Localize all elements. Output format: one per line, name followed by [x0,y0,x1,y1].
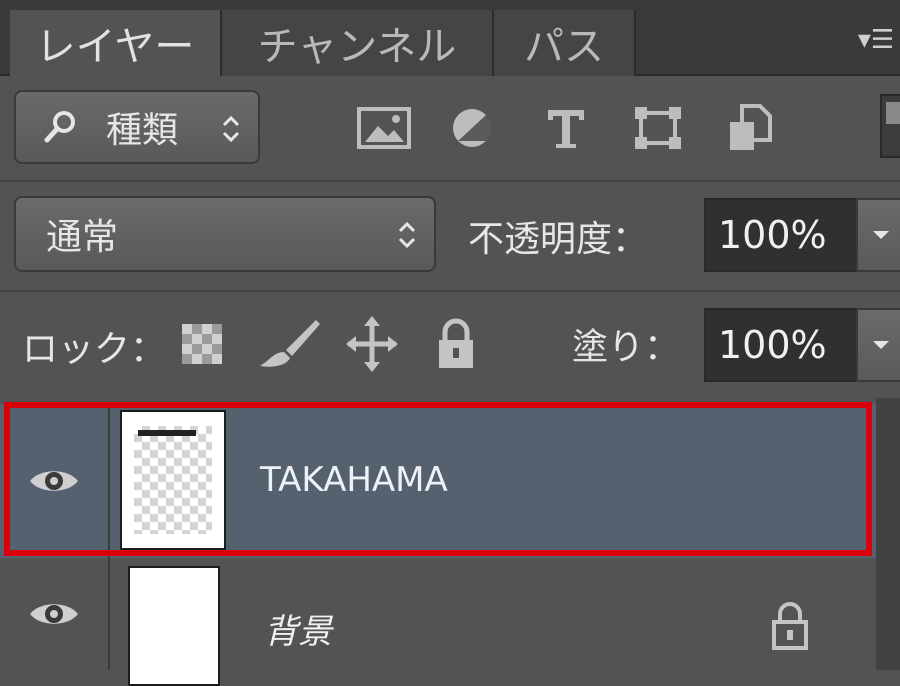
filter-toggle-knob [886,102,900,124]
lock-image-icon[interactable] [256,316,322,372]
opacity-input[interactable]: 100% [704,198,858,272]
divider [0,290,900,292]
chevron-updown-icon [222,115,240,143]
divider [0,180,900,182]
type-filter-icon[interactable] [538,104,594,152]
fill-dropdown-button[interactable] [856,308,900,382]
fill-input[interactable]: 100% [704,308,858,382]
tab-label: レイヤー [35,24,195,70]
layer-list-scrollbar[interactable] [876,398,900,670]
filter-type-label: 種類 [106,110,179,151]
filter-type-select[interactable]: 種類 [14,90,260,164]
opacity-dropdown-button[interactable] [856,198,900,272]
tab-paths[interactable]: パス [494,10,636,76]
lock-position-icon[interactable] [346,316,398,372]
fill-label: 塗り： [572,327,681,368]
search-icon [44,111,75,143]
lock-transparent-icon[interactable] [180,316,224,372]
tab-label: パス [524,24,604,70]
adjustment-filter-icon[interactable] [444,104,500,152]
lock-all-icon[interactable] [436,316,476,372]
chevron-updown-icon [398,221,416,249]
layer-lock-icon [772,602,808,650]
eye-icon [30,604,78,624]
shape-filter-icon[interactable] [630,104,686,152]
layer-thumbnail [128,566,220,686]
chevron-down-icon [873,341,889,349]
visibility-toggle[interactable] [0,558,110,670]
filter-toggle[interactable] [880,94,900,158]
smart-object-filter-icon[interactable] [722,104,778,152]
blend-mode-select[interactable]: 通常 [14,196,436,272]
panel-menu-icon[interactable]: ▾☰ [852,22,900,58]
opacity-label: 不透明度： [468,219,649,260]
highlight-frame [4,402,872,556]
tab-channels[interactable]: チャンネル [222,10,494,76]
layer-name[interactable]: 背景 [264,604,332,653]
image-filter-icon[interactable] [356,104,412,152]
blend-mode-value: 通常 [46,217,119,258]
lock-label: ロック： [22,329,167,370]
tab-layers[interactable]: レイヤー [10,10,222,76]
chevron-down-icon [873,231,889,239]
tab-label: チャンネル [257,24,457,70]
